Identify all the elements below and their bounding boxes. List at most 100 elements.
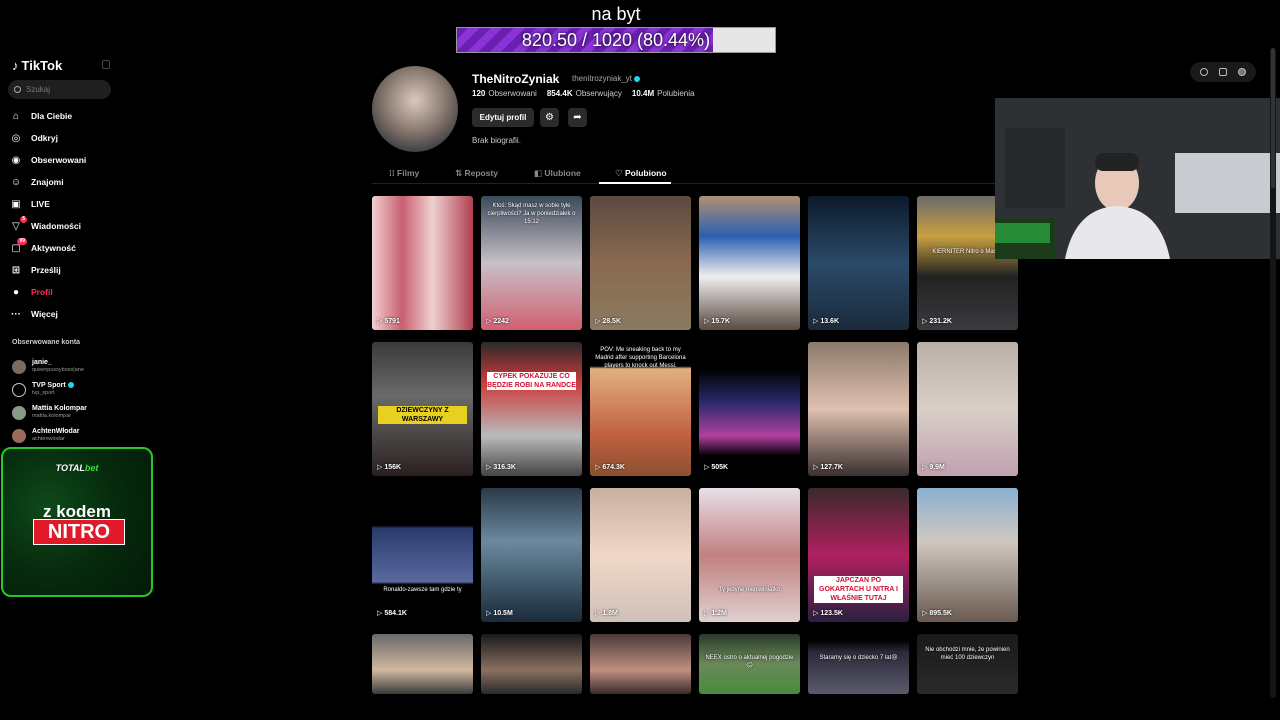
video-tile[interactable]: Staramy się o dziecko 7 lat😢	[808, 634, 909, 694]
video-tile[interactable]: ▷ 895.5K	[917, 488, 1018, 622]
sidebar-item-przeslij[interactable]: ⊞ Prześlij	[10, 259, 86, 281]
play-count: ▷ 2242	[486, 318, 509, 325]
followed-account[interactable]: TVP Sport tvp_sport	[12, 378, 87, 401]
ad-brand-a: TOTAL	[55, 463, 85, 473]
play-count: ▷ 13.6K	[813, 318, 840, 325]
tab-ulubione[interactable]: ◧ Ulubione	[534, 168, 581, 179]
video-tile[interactable]: CYPEK POKAZUJE CO BĘDZIE ROBI NA RANDCE ▷…	[481, 342, 582, 476]
sidebar-item-odkryj[interactable]: ◎ Odkryj	[10, 127, 86, 149]
goal-title: na byt	[591, 4, 641, 24]
video-caption: CYPEK POKAZUJE CO BĘDZIE ROBI NA RANDCE	[487, 372, 576, 390]
video-tile[interactable]: ▷ 5791	[372, 196, 473, 330]
sidebar-item-znajomi[interactable]: ☺ Znajomi	[10, 171, 86, 193]
more-icon: ···	[11, 308, 21, 320]
compass-icon: ◎	[11, 132, 21, 144]
tab-polubiono[interactable]: ♡ Polubiono	[615, 168, 667, 179]
video-tile[interactable]: ▷ 10.5M	[481, 488, 582, 622]
followed-accounts-title: Obserwowane konta	[12, 339, 81, 346]
search-input[interactable]: Szukaj	[8, 80, 111, 99]
active-tab-indicator	[599, 182, 671, 184]
sidebar-item-label: LIVE	[31, 199, 50, 209]
video-tile[interactable]: Ty jedyne nieniwiniatko ▷ 1.2M	[699, 488, 800, 622]
share-button[interactable]: ➦	[568, 108, 587, 127]
video-tile[interactable]: Nie obchodzi mnie, że powinien mieć 100 …	[917, 634, 1018, 694]
play-count: ▷ 28.5K	[595, 318, 622, 325]
sidebar-item-live[interactable]: ▣ LIVE	[10, 193, 86, 215]
search-placeholder: Szukaj	[26, 85, 51, 94]
avatar	[12, 359, 26, 374]
sidebar-nav: ⌂ Dla Ciebie ◎ Odkryj ◉ Obserwowani ☺ Znajom…	[10, 105, 86, 325]
video-tile[interactable]: NEEX ostro o aktualnej pogodzie 🌧	[699, 634, 800, 694]
edit-profile-button[interactable]: Edytuj profil	[472, 108, 534, 127]
video-tile[interactable]: DZIEWCZYNY Z WARSZAWY ▷ 156K	[372, 342, 473, 476]
account-name: janie_	[32, 359, 52, 366]
video-caption: Staramy się o dziecko 7 lat😢	[819, 655, 898, 661]
tab-label: Reposty	[464, 168, 499, 178]
sidebar-item-label: Więcej	[31, 309, 58, 319]
video-tile[interactable]: ▷ 1.8M	[590, 488, 691, 622]
sidebar-item-aktywnosc[interactable]: ▢ 99 Aktywność	[10, 237, 86, 259]
grid-icon: ⁞⁞	[389, 168, 398, 178]
followed-account[interactable]: AchtenWłodar achtenwlodar	[12, 424, 87, 447]
video-tile[interactable]: ▷ 505K	[699, 342, 800, 476]
friends-icon: ☺	[10, 176, 22, 188]
video-tile[interactable]: ▷ 127.7K	[808, 342, 909, 476]
tab-label: Polubiono	[624, 168, 667, 178]
video-tile[interactable]	[372, 634, 473, 694]
settings-button[interactable]: ⚙	[540, 108, 559, 127]
video-tile[interactable]: Ronaldo-zawsze tam gdzie ty ▷ 584.1K	[372, 488, 473, 622]
tab-filmy[interactable]: ⁞⁞ Filmy	[389, 168, 419, 178]
sidebar-item-wiecej[interactable]: ··· Więcej	[10, 303, 86, 325]
play-count: ▷ 127.7K	[813, 464, 843, 471]
tab-label: Ulubione	[544, 168, 581, 178]
video-tile[interactable]	[590, 634, 691, 694]
tiktok-logo[interactable]: ♪ TikTok	[12, 58, 62, 73]
video-tile[interactable]	[481, 634, 582, 694]
goal-progress-text: 820.50 / 1020 (80.44%)	[521, 30, 711, 50]
video-tile[interactable]: ▷ 9.9M	[917, 342, 1018, 476]
video-tile[interactable]: ▷ 28.5K	[590, 196, 691, 330]
sidebar-item-obserwowani[interactable]: ◉ Obserwowani	[10, 149, 87, 171]
gear-icon: ⚙	[545, 112, 554, 123]
sidebar-item-profil[interactable]: ● Profil	[10, 281, 86, 303]
following-stat[interactable]: 120 Obserwowani	[472, 89, 537, 98]
activity-badge: 99	[17, 238, 27, 245]
clock-icon[interactable]	[1199, 68, 1208, 76]
tab-label: Filmy	[397, 168, 420, 178]
play-count: ▷ 1.2M	[704, 610, 727, 617]
sidebar-item-wiadomosci[interactable]: ▽ 5 Wiadomości	[10, 215, 86, 237]
phone-icon[interactable]	[1218, 68, 1227, 76]
account-name: Mattia Kolompar	[32, 405, 87, 412]
home-icon: ⌂	[12, 110, 20, 122]
collapse-sidebar-icon[interactable]	[102, 60, 110, 69]
video-tile[interactable]: JAPCZAN PO GOKARTACH U NITRA I WŁAŚNIE T…	[808, 488, 909, 622]
video-tile[interactable]: ▷ 15.7K	[699, 196, 800, 330]
avatar	[12, 382, 26, 397]
play-count: ▷ 1.8M	[595, 610, 618, 617]
scrollbar-thumb[interactable]	[1271, 48, 1275, 188]
sidebar-item-label: Odkryj	[31, 133, 58, 143]
tiktok-note-icon: ♪	[12, 58, 19, 73]
play-count: ▷ 10.5M	[486, 610, 513, 617]
sidebar-item-label: Aktywność	[31, 243, 76, 253]
upload-icon: ⊞	[11, 264, 21, 276]
profile-stats: 120 Obserwowani 854.4K Obserwujący 10.4M Po…	[472, 89, 694, 98]
profile-handle-text: thenitrozyniak_yt	[572, 74, 633, 83]
account-handle: achtenwlodar	[32, 436, 65, 442]
video-tile[interactable]: Ktoś: Skąd masz w sobie tyle cierpliwośc…	[481, 196, 582, 330]
video-caption: Ronaldo-zawsze tam gdzie ty	[383, 587, 462, 593]
following-icon: ◉	[11, 154, 21, 166]
video-tile[interactable]: ▷ 13.6K	[808, 196, 909, 330]
play-count: ▷ 584.1K	[377, 610, 407, 617]
video-tile[interactable]: POV: Me sneaking back to my Madrid after…	[590, 342, 691, 476]
user-avatar-icon[interactable]	[1238, 68, 1247, 76]
likes-stat: 10.4M Polubienia	[632, 89, 695, 98]
followed-account[interactable]: Mattia Kolompar mattia.kolompar	[12, 401, 87, 424]
tab-reposty[interactable]: ⇅ Reposty	[455, 168, 498, 179]
profile-avatar[interactable]	[372, 66, 458, 152]
sidebar-item-dla-ciebie[interactable]: ⌂ Dla Ciebie	[10, 105, 86, 127]
followers-stat[interactable]: 854.4K Obserwujący	[547, 89, 622, 98]
followed-account[interactable]: janie_ queenpussyboss|ane	[12, 355, 87, 378]
followed-accounts-list: janie_ queenpussyboss|ane TVP Sport tvp_s…	[12, 355, 87, 447]
play-count: ▷ 895.5K	[922, 610, 952, 617]
